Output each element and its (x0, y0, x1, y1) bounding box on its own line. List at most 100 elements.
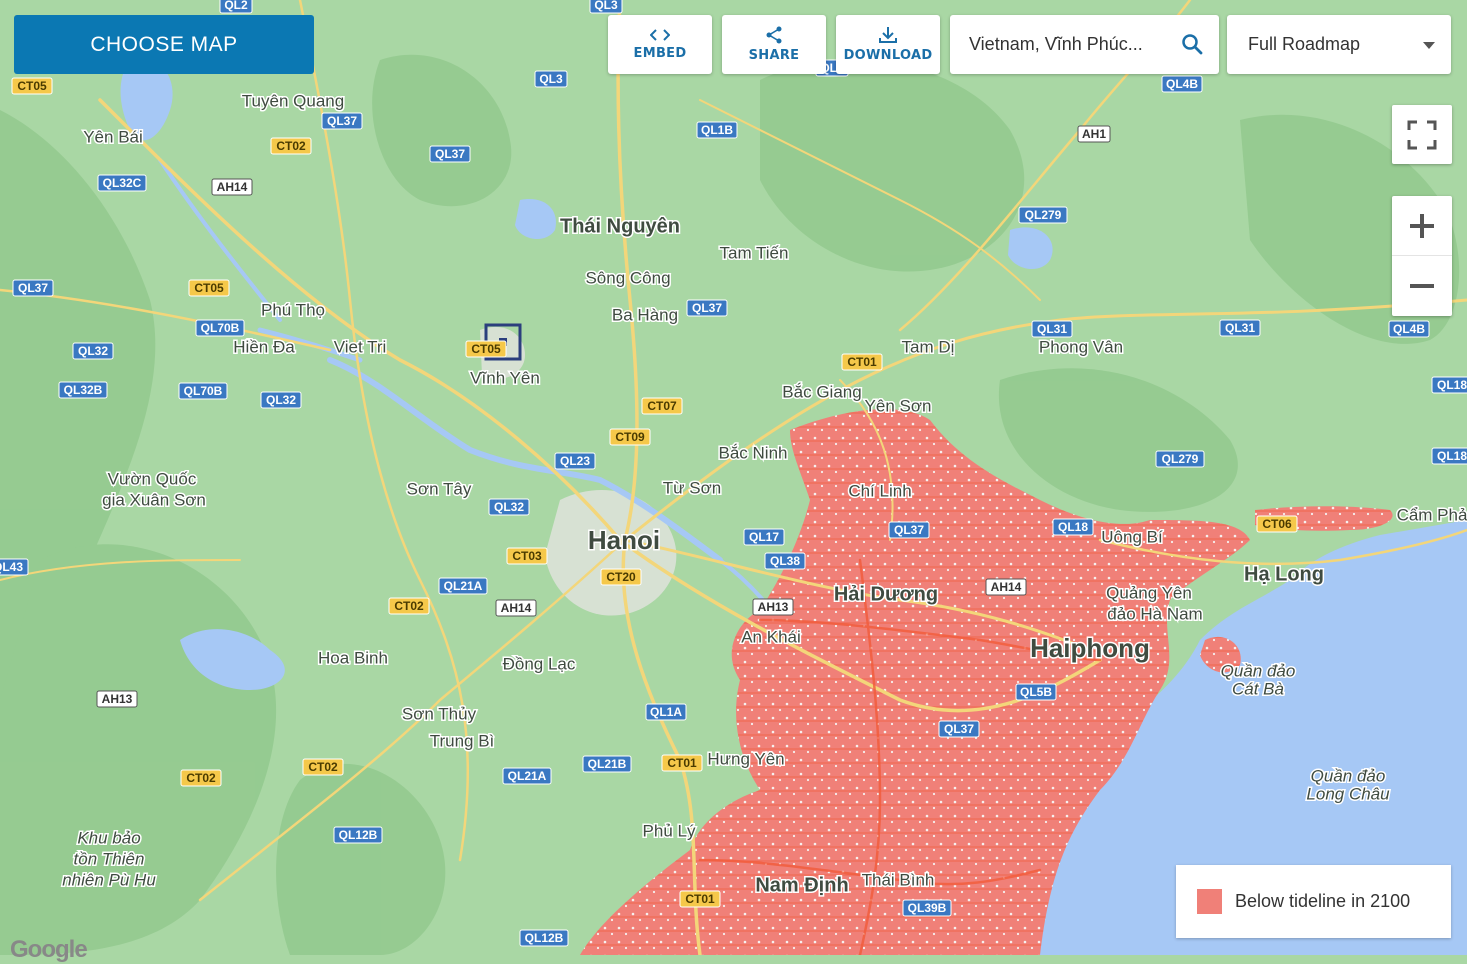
route-shield-label: CT01 (685, 892, 715, 906)
chevron-down-icon (1423, 42, 1435, 49)
route-shield: QL37 (686, 299, 728, 317)
route-shield-label: QL2 (224, 0, 248, 12)
route-shield: QL1B (696, 121, 738, 139)
route-shield-label: QL18 (1437, 449, 1467, 463)
route-shield-label: AH14 (991, 580, 1022, 594)
fullscreen-button[interactable] (1392, 105, 1452, 164)
map-type-value: Full Roadmap (1248, 34, 1361, 54)
map-canvas[interactable]: QL2 QL3CT05QL37QL3QL1QL4BCT02QL1BQL37AH1Q… (0, 0, 1467, 955)
map-type-select[interactable]: Full Roadmap (1227, 15, 1451, 74)
choose-map-button[interactable]: CHOOSE MAP (14, 15, 314, 74)
place-label: Sơn Tây (407, 479, 472, 498)
route-shield: AH14 (211, 178, 253, 196)
route-shield: QL21A (502, 767, 552, 785)
route-shield-label: AH1 (1082, 127, 1106, 141)
place-label: đảo Hà Nam (1107, 604, 1202, 623)
route-shield: CT01 (661, 754, 703, 772)
route-shield-label: QL279 (1162, 452, 1199, 466)
route-shield-label: QL38 (770, 554, 800, 568)
place-label: Bắc Giang (782, 382, 861, 401)
route-shield-label: CT05 (17, 79, 47, 93)
place-label: Hưng Yên (707, 749, 784, 768)
route-shield: CT06 (1256, 515, 1298, 533)
route-shield-label: CT05 (194, 281, 224, 295)
route-shield-label: QL31 (1037, 322, 1067, 336)
route-shield: QL21A (438, 577, 488, 595)
fullscreen-icon (1407, 120, 1437, 149)
route-shield: CT05 (11, 77, 53, 95)
plus-icon (1410, 213, 1434, 238)
route-shield-label: QL39B (908, 901, 947, 915)
route-shield-label: QL21A (508, 769, 547, 783)
embed-button[interactable]: EMBED (608, 15, 712, 74)
download-button[interactable]: DOWNLOAD (836, 15, 940, 74)
route-shield: CT09 (609, 428, 651, 446)
zoom-out-button[interactable] (1392, 256, 1452, 316)
route-shield-label: QL37 (327, 114, 357, 128)
zoom-controls (1392, 196, 1452, 316)
route-shield-label: QL3 (594, 0, 618, 12)
place-label: Sông Công (585, 268, 670, 287)
route-shield-label: QL70B (201, 321, 240, 335)
place-label: Ba Hàng (612, 305, 678, 324)
route-shield-label: QL43 (0, 560, 23, 574)
route-shield-label: QL3 (539, 72, 563, 86)
place-label: Uông Bí (1101, 527, 1163, 546)
place-label: Haiphong (1030, 633, 1150, 663)
place-label: An Khái (741, 627, 801, 646)
route-shield: AH13 (96, 690, 138, 708)
route-shield-label: CT02 (276, 139, 306, 153)
route-shield: CT05 (465, 340, 507, 358)
route-shield-label: QL70B (184, 384, 223, 398)
route-shield: QL12B (333, 826, 383, 844)
route-shield-label: CT07 (647, 399, 677, 413)
route-shield-label: CT20 (606, 570, 636, 584)
route-shield-label: QL17 (749, 530, 779, 544)
place-label: Thái Bình (862, 870, 935, 889)
route-shield: AH1 (1077, 125, 1111, 143)
route-shield: QL37 (888, 521, 930, 539)
route-shield-label: QL12B (525, 931, 564, 945)
route-shield: QL21B (582, 755, 632, 773)
place-label: Nam Định (755, 874, 848, 896)
place-label: Từ Sơn (663, 478, 721, 497)
route-shield: CT07 (641, 397, 683, 415)
route-shield-label: QL32 (78, 344, 108, 358)
route-shield: CT03 (506, 547, 548, 565)
route-shield: QL37 (321, 112, 363, 130)
route-shield: QL17 (743, 528, 785, 546)
route-shield: QL4B (1388, 320, 1430, 338)
route-shield-label: CT05 (471, 342, 501, 356)
route-shield: QL279 (1018, 206, 1068, 224)
share-label: SHARE (748, 48, 800, 63)
route-shield: QL32 (260, 391, 302, 409)
zoom-in-button[interactable] (1392, 196, 1452, 256)
route-shield-label: QL279 (1025, 208, 1062, 222)
legend-swatch (1197, 889, 1222, 914)
route-shield: QL32 (72, 342, 114, 360)
route-shield: QL23 (554, 452, 596, 470)
share-button[interactable]: SHARE (722, 15, 826, 74)
search-icon[interactable] (1181, 33, 1203, 55)
route-shield-label: QL37 (894, 523, 924, 537)
place-label: Hoa Binh (318, 648, 388, 667)
route-shield: CT02 (302, 758, 344, 776)
place-label: Vĩnh Yên (470, 368, 540, 387)
place-label: Vườn Quốc (108, 469, 197, 488)
route-shield-label: QL1A (650, 705, 682, 719)
map-legend: Below tideline in 2100 (1176, 865, 1451, 938)
route-shield-label: QL1B (701, 123, 733, 137)
code-icon (650, 29, 670, 41)
route-shield: QL39B (902, 899, 952, 917)
route-shield: QL3 (534, 70, 568, 88)
route-shield: QL31 (1219, 319, 1261, 337)
place-label: Quảng Yên (1106, 583, 1192, 602)
embed-label: EMBED (633, 46, 687, 61)
place-label: Hạ Long (1244, 563, 1324, 585)
place-label: Trung Bì (430, 731, 495, 750)
google-attribution: Google (10, 936, 88, 963)
route-shield-label: CT06 (1262, 517, 1292, 531)
route-shield: CT02 (180, 769, 222, 787)
route-shield: QL37 (429, 145, 471, 163)
search-input[interactable] (967, 33, 1171, 56)
